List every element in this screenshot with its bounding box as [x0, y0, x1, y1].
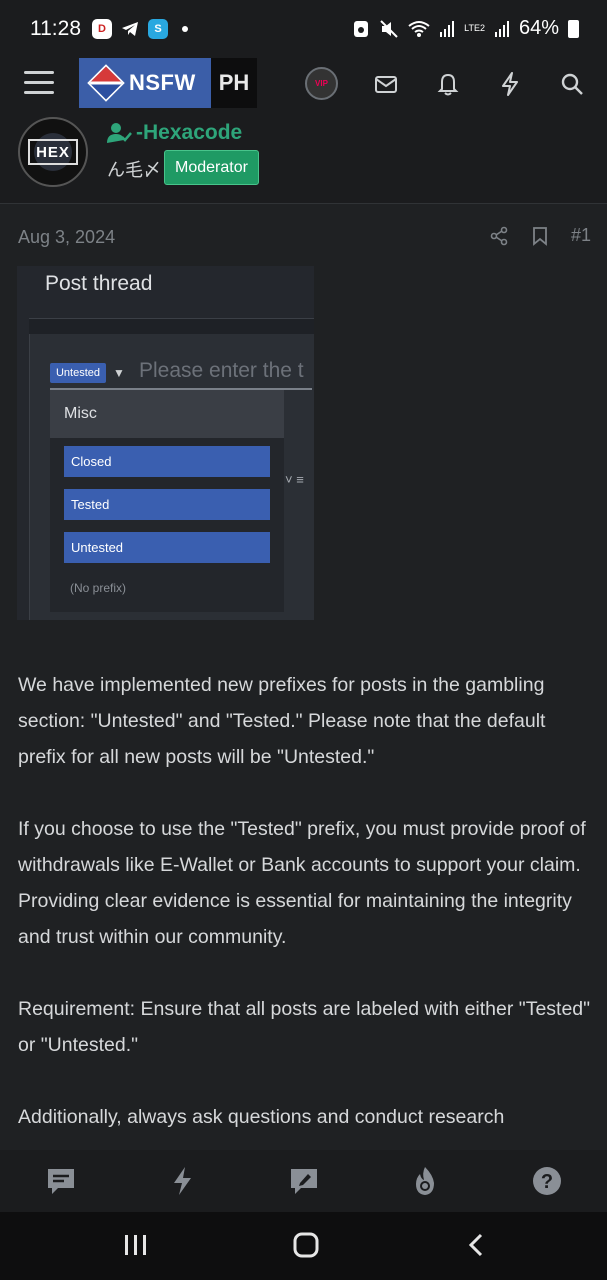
home-icon[interactable]	[292, 1232, 320, 1258]
attachment-prefix-dropdown: Misc Closed Tested Untested (No prefix)	[50, 390, 284, 612]
post-paragraph: If you choose to use the "Tested" prefix…	[18, 818, 586, 948]
back-icon[interactable]	[465, 1232, 487, 1258]
bell-icon[interactable]	[434, 70, 462, 98]
post-actions: #1	[489, 225, 591, 246]
post-icon[interactable]	[287, 1164, 321, 1198]
status-time: 11:28	[30, 17, 81, 40]
attachment-option-closed: Closed	[64, 446, 270, 477]
status-bar: 11:28 D S LTE2 64%	[0, 0, 607, 58]
status-system-icons: LTE2 64%	[352, 17, 579, 40]
menu-icon[interactable]	[24, 71, 54, 95]
user-verified-icon	[107, 123, 132, 143]
trending-icon[interactable]	[408, 1164, 442, 1198]
mute-icon	[380, 19, 398, 38]
bookmark-icon[interactable]	[531, 226, 549, 246]
attachment-option-untested: Untested	[64, 532, 270, 563]
shazam-icon: S	[148, 19, 168, 39]
attachment-title-placeholder: Please enter the t	[139, 359, 304, 382]
attachment-option-tested: Tested	[64, 489, 270, 520]
attachment-align-icon: ˅ ≡	[285, 472, 304, 487]
inbox-icon[interactable]	[372, 70, 400, 98]
svg-text:?: ?	[541, 1171, 553, 1193]
recent-apps-icon[interactable]	[123, 1233, 149, 1257]
telegram-icon	[122, 22, 138, 36]
post-paragraph: Requirement: Ensure that all posts are l…	[18, 998, 591, 1056]
attachment-group-label: Misc	[50, 390, 284, 438]
logo-brand: NSFW	[79, 58, 211, 108]
rotate-icon	[354, 20, 369, 37]
post-date[interactable]: Aug 3, 2024	[18, 227, 115, 248]
whats-new-icon[interactable]	[165, 1164, 199, 1198]
logo-suffix: PH	[211, 58, 257, 108]
post-attachment-image[interactable]: Post thread Untested ▼ Please enter the …	[17, 266, 314, 620]
post-author-header: HEX -Hexacode ん毛〆 Moderator	[0, 110, 607, 204]
attachment-option-no-prefix: (No prefix)	[70, 581, 127, 595]
post-paragraph: Additionally, always ask questions and c…	[18, 1106, 505, 1128]
bottom-navigation: ?	[0, 1150, 607, 1212]
post-number[interactable]: #1	[571, 225, 591, 246]
post-paragraph: We have implemented new prefixes for pos…	[18, 674, 546, 768]
avatar[interactable]: HEX	[18, 117, 88, 187]
network-type: LTE2	[464, 23, 485, 33]
signal-icon	[494, 20, 509, 37]
moderator-badge: Moderator	[164, 150, 259, 185]
signal-icon	[440, 20, 455, 37]
attachment-post-thread-title: Post thread	[45, 272, 153, 295]
red-app-icon: D	[92, 19, 112, 39]
logo-text: NSFW	[129, 70, 196, 95]
status-notification-icons: D S	[92, 19, 188, 39]
app-header: NSFW PH VIP	[0, 58, 607, 110]
battery-percent: 64%	[518, 17, 559, 39]
post-body: We have implemented new prefixes for pos…	[18, 667, 593, 1135]
vip-badge-icon[interactable]: VIP	[305, 67, 338, 100]
battery-icon	[568, 19, 579, 38]
avatar-logo: HEX	[28, 139, 78, 165]
logo-cube-icon	[87, 64, 125, 102]
search-icon[interactable]	[558, 70, 586, 98]
system-navigation-bar	[0, 1212, 607, 1280]
vip-badge-label: VIP	[315, 79, 328, 88]
attachment-divider	[29, 318, 314, 334]
author-title: ん毛〆	[107, 160, 161, 180]
chevron-down-icon: ▼	[113, 366, 125, 380]
forums-icon[interactable]	[44, 1164, 78, 1198]
author-name[interactable]: -Hexacode	[136, 121, 242, 145]
attachment-prefix-chip: Untested	[50, 363, 106, 383]
help-icon[interactable]: ?	[530, 1164, 564, 1198]
site-logo[interactable]: NSFW PH	[79, 58, 257, 108]
share-icon[interactable]	[489, 226, 509, 246]
bolt-icon[interactable]	[496, 70, 524, 98]
dot-icon	[182, 26, 188, 32]
wifi-icon	[408, 20, 430, 37]
